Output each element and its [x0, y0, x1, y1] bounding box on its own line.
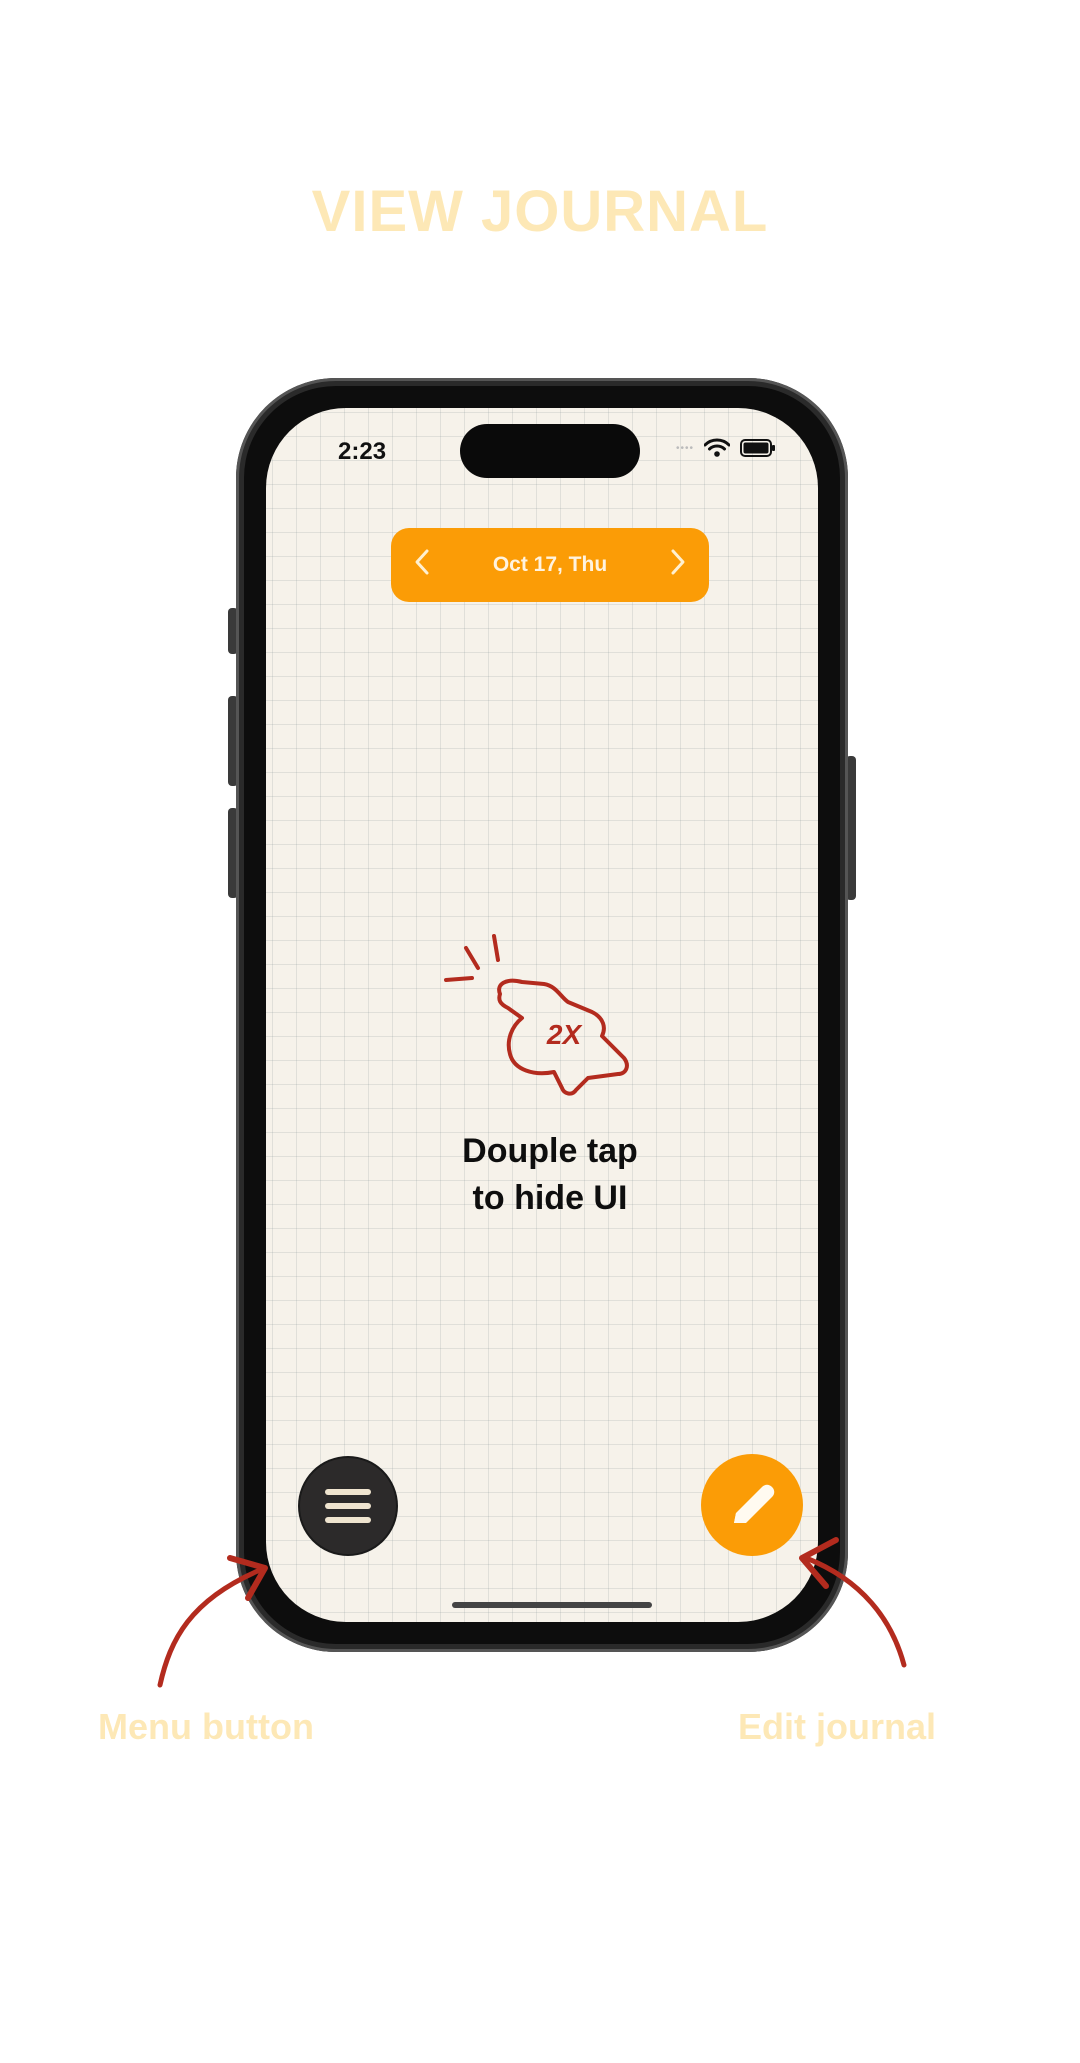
current-date-label[interactable]: Oct 17, Thu [493, 553, 607, 577]
pencil-icon [734, 1484, 775, 1523]
phone-bezel: 2:23 •••• Oct 17, Thu 2X Douple tap to h… [244, 386, 840, 1644]
chevron-left-icon[interactable] [413, 548, 431, 582]
hamburger-menu-icon [325, 1489, 371, 1523]
hint-line-2: to hide UI [472, 1179, 628, 1217]
edit-journal-caption: Edit journal [738, 1706, 936, 1747]
journal-screen[interactable]: 2:23 •••• Oct 17, Thu 2X Douple tap to h… [266, 408, 818, 1622]
double-tap-hint: Douple tap to hide UI [266, 1128, 818, 1222]
hint-line-1: Douple tap [462, 1132, 638, 1170]
date-navigator: Oct 17, Thu [391, 528, 709, 602]
menu-pointer-arrow-icon [157, 1555, 268, 1688]
double-tap-hand-icon: 2X [444, 934, 629, 1096]
status-icons: •••• [676, 438, 776, 458]
battery-icon [740, 439, 775, 457]
dynamic-island [460, 424, 640, 478]
menu-button-caption: Menu button [98, 1706, 314, 1747]
chevron-right-icon[interactable] [669, 548, 687, 582]
double-tap-badge: 2X [546, 1019, 584, 1050]
page-title: VIEW JOURNAL [311, 179, 769, 244]
wifi-icon [704, 438, 730, 457]
home-indicator[interactable] [452, 1602, 652, 1608]
signal-icon: •••• [675, 442, 694, 454]
edit-journal-button[interactable] [701, 1454, 803, 1556]
menu-button[interactable] [300, 1458, 396, 1554]
phone-mockup: 2:23 •••• Oct 17, Thu 2X Douple tap to h… [236, 378, 848, 1652]
edit-pointer-arrow-icon [799, 1537, 907, 1668]
status-time: 2:23 [338, 438, 387, 465]
